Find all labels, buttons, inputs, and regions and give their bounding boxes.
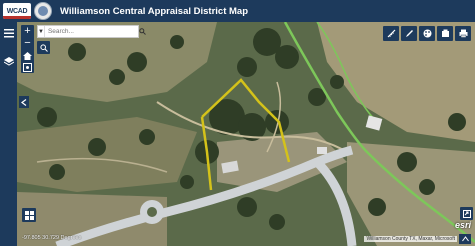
basemap-palette-icon[interactable]: [419, 26, 435, 41]
logo-text: WCAD: [6, 7, 28, 15]
esri-logo: esri: [454, 220, 471, 230]
wcad-logo: WCAD: [3, 3, 31, 19]
overview-map-icon[interactable]: [460, 207, 473, 220]
bookmark-icon[interactable]: [437, 26, 453, 41]
measure-button[interactable]: [383, 26, 399, 41]
search-bar: ▼: [37, 25, 146, 38]
search-input[interactable]: [44, 26, 139, 37]
app-header: WCAD Williamson Central Appraisal Distri…: [0, 0, 475, 22]
county-seal-icon: [34, 2, 52, 20]
basemap-grid-icon[interactable]: [22, 208, 36, 222]
menu-icon[interactable]: [2, 27, 15, 40]
draw-pencil-icon[interactable]: [401, 26, 417, 41]
zoom-controls: + −: [21, 25, 34, 73]
page-title: Williamson Central Appraisal District Ma…: [60, 5, 249, 17]
map-view[interactable]: [17, 22, 475, 246]
left-sidebar: [0, 22, 17, 246]
expand-panel-arrow-icon[interactable]: [19, 96, 29, 108]
print-icon[interactable]: [455, 26, 471, 41]
search-tool-button[interactable]: [37, 41, 50, 54]
search-icon[interactable]: [139, 26, 146, 37]
coordinate-readout: -97.805 30.729 Degrees: [22, 235, 82, 241]
layers-icon[interactable]: [2, 55, 15, 68]
search-source-dropdown[interactable]: ▼: [38, 26, 45, 37]
locate-icon[interactable]: [21, 61, 34, 74]
map-attribution: Williamson County TX, Maxar, Microsoft: [364, 236, 457, 242]
attribution-toggle-icon[interactable]: [459, 234, 471, 244]
